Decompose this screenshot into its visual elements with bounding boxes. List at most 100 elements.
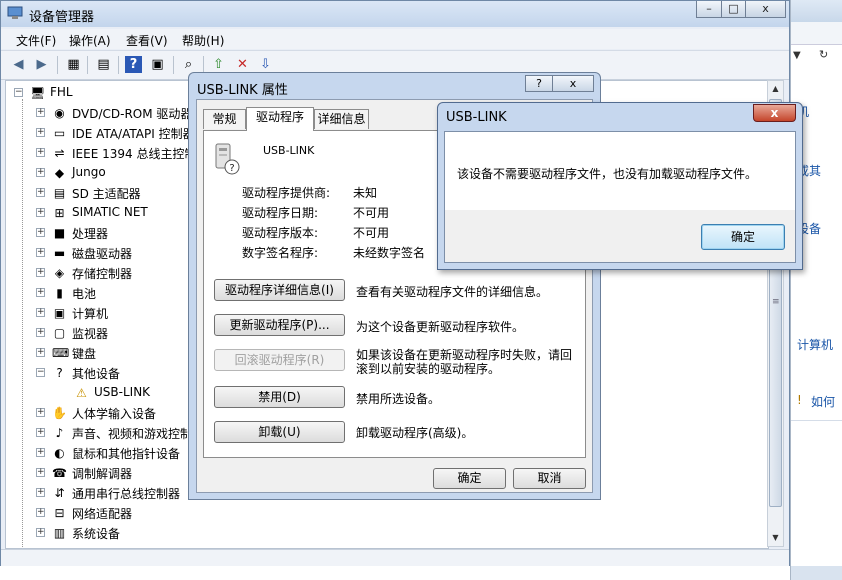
expand-icon[interactable]: + — [36, 468, 45, 477]
expand-icon[interactable]: + — [36, 508, 45, 517]
help-button[interactable]: ? — [525, 75, 553, 92]
rollback-driver-button[interactable]: 回滚驱动程序(R) — [214, 349, 345, 371]
driver-details-desc: 查看有关驱动程序文件的详细信息。 — [356, 285, 549, 299]
monitor-icon: ▢ — [53, 326, 66, 340]
tree-item-label: 监视器 — [72, 327, 109, 341]
hid-icon: ✋ — [52, 406, 67, 420]
expand-icon[interactable]: + — [36, 248, 45, 257]
uninstall-device-icon[interactable]: ⇩ — [257, 56, 274, 73]
update-driver-icon[interactable]: ⇧ — [210, 56, 227, 73]
tree-item-label: 键盘 — [72, 347, 97, 361]
tab-driver[interactable]: 驱动程序 — [246, 107, 314, 131]
show-hide-tree-icon[interactable]: ▦ — [65, 56, 82, 73]
storage-controller-icon: ◈ — [54, 266, 65, 280]
menu-bar: 文件(F) 操作(A) 查看(V) 帮助(H) — [1, 29, 789, 49]
message-box-close-button[interactable]: x — [753, 104, 796, 122]
tree-item-label: 其他设备 — [72, 367, 121, 381]
expand-icon[interactable]: + — [36, 228, 45, 237]
disable-desc: 禁用所选设备。 — [356, 392, 441, 406]
expand-icon[interactable]: + — [36, 308, 45, 317]
close-button[interactable]: x — [552, 75, 594, 92]
scroll-down-arrow-icon[interactable]: ▼ — [768, 530, 783, 546]
modem-icon: ☎ — [52, 466, 67, 480]
scroll-up-arrow-icon[interactable]: ▲ — [768, 81, 783, 97]
background-window-titlebar — [791, 0, 842, 22]
expand-icon[interactable]: + — [36, 448, 45, 457]
maximize-button[interactable]: □ — [721, 1, 746, 18]
device-manager-icon — [7, 6, 23, 19]
background-link-5[interactable]: 如何 — [811, 393, 835, 410]
menu-view[interactable]: 查看(V) — [126, 32, 168, 49]
expand-icon[interactable]: + — [36, 108, 45, 117]
disable-button[interactable]: 禁用(D) — [214, 386, 345, 408]
info-icon: ! — [797, 393, 802, 407]
close-button[interactable]: x — [745, 1, 786, 18]
expand-icon[interactable]: + — [36, 488, 45, 497]
background-window-addressbar[interactable]: ▼ ↻ — [791, 22, 842, 61]
tree-item-label: DVD/CD-ROM 驱动器 — [72, 107, 193, 121]
message-box-ok-button[interactable]: 确定 — [701, 224, 785, 250]
driver-version-value: 不可用 — [353, 226, 390, 240]
tree-item-label: 电池 — [72, 287, 97, 301]
expand-icon[interactable]: + — [36, 188, 45, 197]
background-divider — [791, 420, 842, 421]
expand-icon[interactable]: + — [36, 328, 45, 337]
chevron-down-icon[interactable]: ▼ — [793, 50, 801, 61]
tree-item-label: Jungo — [72, 165, 106, 179]
background-link-4[interactable]: 计算机 — [797, 336, 833, 353]
tree-item-label: 声音、视频和游戏控制器 — [72, 427, 205, 441]
expand-icon[interactable]: + — [36, 148, 45, 157]
usb-controller-icon: ⇵ — [54, 486, 65, 500]
ide-controller-icon: ▭ — [53, 126, 66, 140]
rollback-driver-desc-line2: 滚到以前安装的驱动程序。 — [356, 362, 501, 376]
disable-device-icon[interactable]: ✕ — [234, 56, 251, 73]
expand-icon[interactable]: + — [36, 428, 45, 437]
expand-icon[interactable]: + — [36, 208, 45, 217]
scan-hardware-icon[interactable]: ⌕ — [180, 56, 197, 73]
collapse-icon[interactable]: − — [36, 368, 45, 377]
help-icon[interactable]: ? — [125, 56, 142, 73]
tree-item-label: 存储控制器 — [72, 267, 133, 281]
forward-arrow-icon[interactable]: ▶ — [33, 56, 50, 73]
tree-item-label: 磁盘驱动器 — [72, 247, 133, 261]
status-bar — [1, 549, 789, 566]
uninstall-desc: 卸载驱动程序(高级)。 — [356, 426, 474, 440]
device-manager-titlebar[interactable]: 设备管理器 – □ x — [1, 1, 789, 27]
properties-icon[interactable]: ▤ — [95, 56, 112, 73]
toolbar-separator — [87, 56, 88, 74]
expand-icon[interactable]: + — [36, 128, 45, 137]
ok-button[interactable]: 确定 — [433, 468, 506, 489]
dialog-title: USB-LINK 属性 — [197, 83, 288, 98]
cancel-button[interactable]: 取消 — [513, 468, 586, 489]
expand-icon[interactable]: + — [36, 528, 45, 537]
back-arrow-icon[interactable]: ◀ — [10, 56, 27, 73]
message-box-title: USB-LINK — [446, 110, 507, 125]
system-device-icon: ▥ — [53, 526, 66, 540]
menu-action[interactable]: 操作(A) — [69, 32, 111, 49]
expand-icon[interactable]: + — [36, 168, 45, 177]
menu-file[interactable]: 文件(F) — [16, 32, 56, 49]
driver-details-button[interactable]: 驱动程序详细信息(I) — [214, 279, 345, 301]
expand-icon[interactable]: + — [36, 348, 45, 357]
menu-help[interactable]: 帮助(H) — [182, 32, 224, 49]
message-box: USB-LINK x 该设备不需要驱动程序文件，也没有加载驱动程序文件。 确定 — [437, 102, 803, 270]
view-icon[interactable]: ▣ — [149, 56, 166, 73]
message-box-client: 该设备不需要驱动程序文件，也没有加载驱动程序文件。 确定 — [444, 131, 796, 263]
minimize-button[interactable]: – — [696, 1, 722, 18]
expand-icon[interactable]: + — [36, 288, 45, 297]
update-driver-button[interactable]: 更新驱动程序(P)... — [214, 314, 345, 336]
warning-device-icon: ⚠ — [76, 386, 87, 400]
collapse-icon[interactable]: − — [14, 88, 23, 97]
uninstall-button[interactable]: 卸载(U) — [214, 421, 345, 443]
jungo-icon: ◆ — [54, 166, 65, 180]
tab-general[interactable]: 常规 — [203, 109, 246, 129]
history-icon[interactable]: ↻ — [819, 48, 839, 64]
expand-icon[interactable]: + — [36, 268, 45, 277]
digital-signer-label: 数字签名程序: — [242, 246, 319, 260]
tree-item-label: 网络适配器 — [72, 507, 133, 521]
usb-device-icon: ? — [215, 143, 240, 175]
expand-icon[interactable]: + — [36, 408, 45, 417]
tab-details[interactable]: 详细信息 — [314, 109, 369, 129]
dvd-drive-icon: ◉ — [54, 106, 65, 120]
toolbar-separator — [118, 56, 119, 74]
